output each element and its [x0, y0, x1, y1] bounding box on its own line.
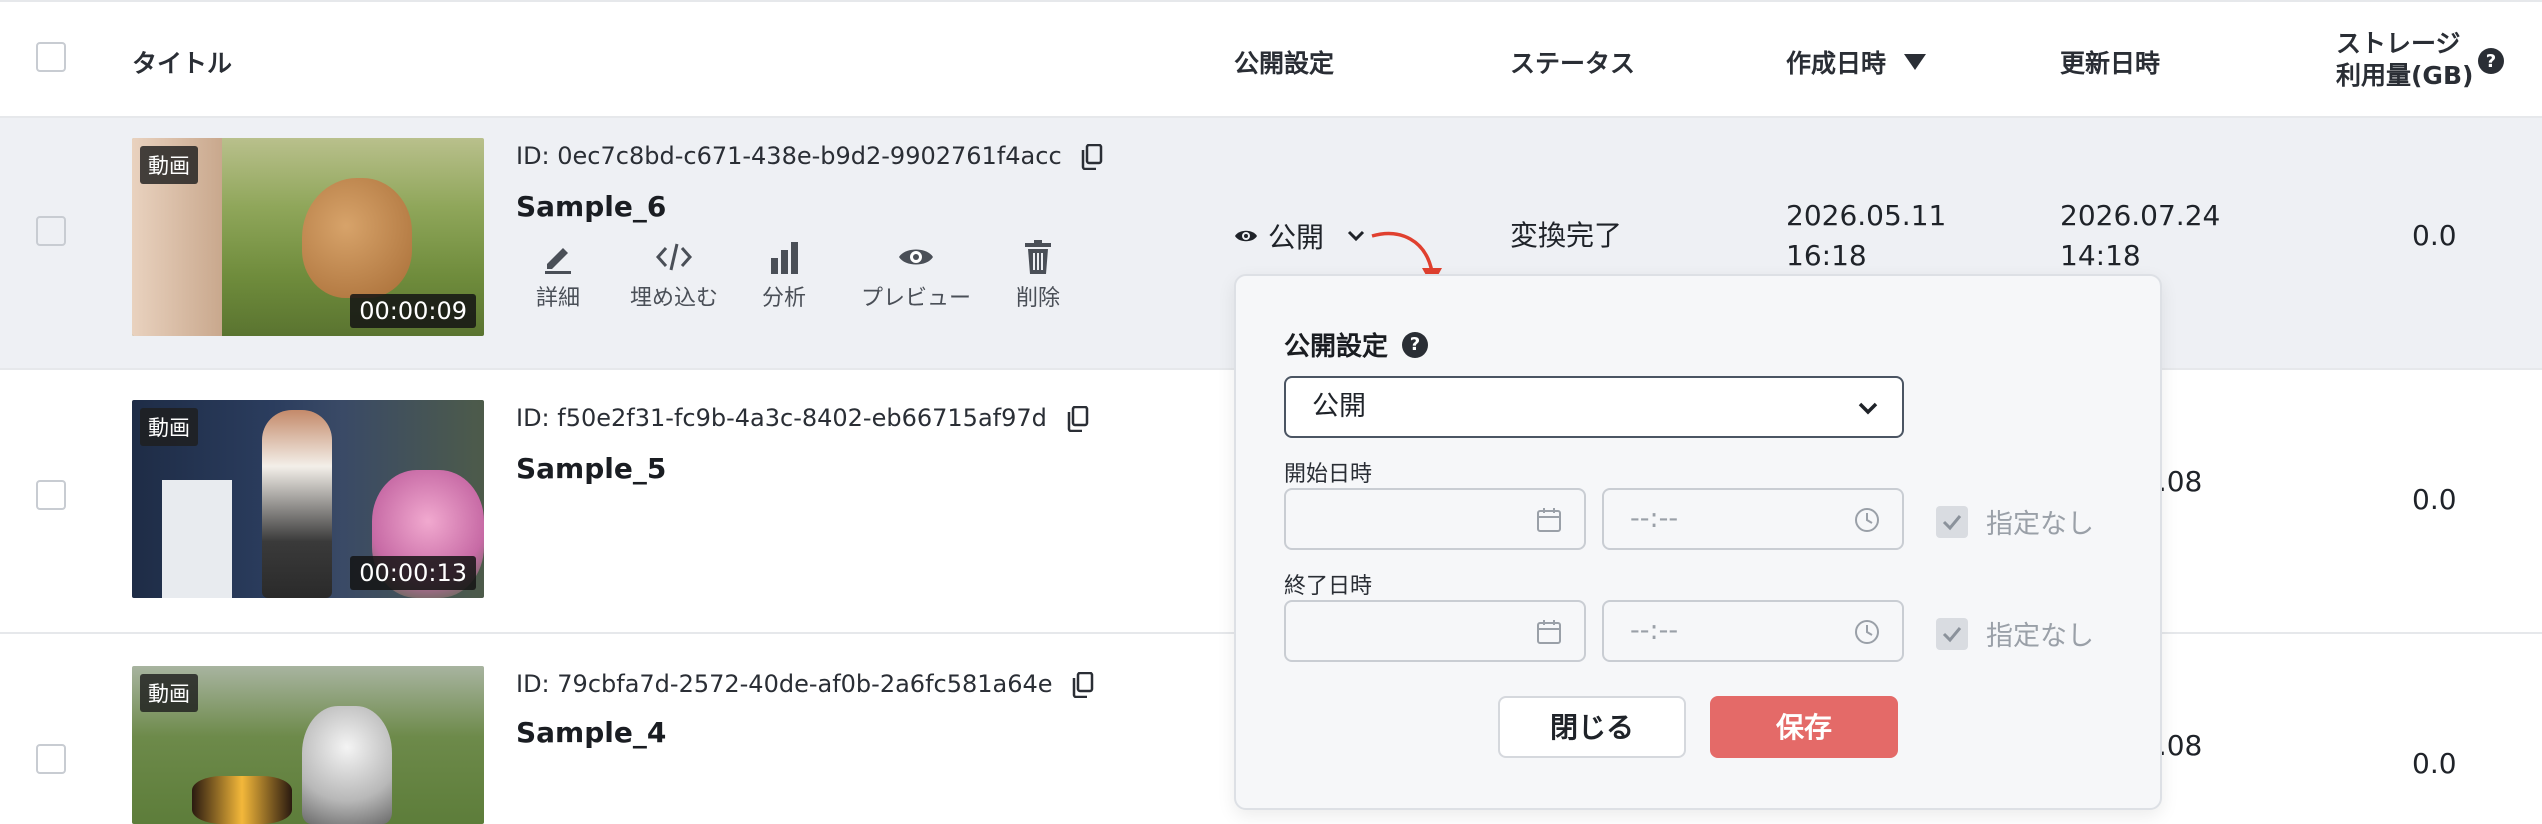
start-time-placeholder: --:-- [1630, 503, 1679, 534]
row-checkbox[interactable] [36, 744, 66, 774]
duration-badge: 00:00:13 [350, 556, 476, 590]
copy-icon[interactable] [1072, 672, 1094, 698]
visibility-dropdown[interactable]: 公開 [1234, 216, 1366, 256]
visibility-value: 公開 [1268, 221, 1325, 254]
storage-value: 0.0 [2412, 747, 2457, 780]
end-datetime-label: 終了日時 [1284, 574, 1373, 599]
row-checkbox[interactable] [36, 216, 66, 246]
select-all-checkbox[interactable] [36, 42, 66, 72]
preview-label: プレビュー [860, 286, 971, 311]
clock-icon [1855, 620, 1879, 644]
visibility-popover: 公開設定 ? 公開 開始日時 --:-- 指定なし 終了日時 --:-- 指定な… [1234, 274, 2162, 810]
header-storage[interactable]: ストレージ 利用量(GB) [2336, 28, 2473, 92]
trash-icon [1025, 240, 1051, 274]
video-title[interactable]: Sample_6 [516, 190, 666, 223]
header-visibility[interactable]: 公開設定 [1234, 44, 1334, 80]
media-type-badge: 動画 [140, 146, 198, 184]
storage-help-icon[interactable]: ? [2478, 48, 2504, 74]
duration-badge: 00:00:09 [350, 294, 476, 328]
start-time-input[interactable]: --:-- [1602, 488, 1904, 550]
visibility-select-value: 公開 [1312, 391, 1366, 422]
created-datetime: 2026.05.11 16:18 [1786, 196, 1946, 276]
embed-button[interactable]: 埋め込む [626, 240, 722, 312]
calendar-icon [1537, 508, 1561, 532]
edit-label: 詳細 [535, 286, 580, 311]
header-created-label: 作成日時 [1786, 49, 1887, 78]
thumbnail-small-dog [192, 776, 292, 824]
save-button[interactable]: 保存 [1710, 696, 1898, 758]
help-icon[interactable]: ? [1402, 331, 1429, 358]
sort-desc-icon[interactable] [1904, 54, 1927, 70]
calendar-icon [1537, 620, 1561, 644]
video-thumbnail[interactable]: 動画 [132, 666, 484, 824]
thumbnail-railing [162, 480, 232, 598]
copy-icon[interactable] [1081, 144, 1103, 170]
video-id-text: ID: 0ec7c8bd-c671-438e-b9d2-9902761f4acc [516, 142, 1062, 170]
popover-title: 公開設定 ? [1284, 326, 1429, 363]
delete-button[interactable]: 削除 [1010, 240, 1066, 312]
header-created[interactable]: 作成日時 [1786, 44, 1927, 80]
video-id-text: ID: f50e2f31-fc9b-4a3c-8402-eb66715af97d [516, 404, 1047, 432]
storage-value: 0.0 [2412, 483, 2457, 516]
thumbnail-dog [302, 178, 412, 298]
analytics-label: 分析 [761, 286, 806, 311]
header-updated[interactable]: 更新日時 [2060, 44, 2160, 80]
updated-date: 2026.07.24 [2060, 199, 2221, 232]
updated-datetime: 2026.07.24 14:18 [2060, 196, 2220, 276]
end-time-placeholder: --:-- [1630, 615, 1679, 646]
eye-icon [899, 249, 933, 265]
storage-value: 0.0 [2412, 219, 2457, 252]
header-status[interactable]: ステータス [1510, 44, 1635, 80]
copy-icon[interactable] [1067, 406, 1089, 432]
checkmark-icon [1942, 514, 1962, 530]
header-storage-line2: 利用量(GB) [2336, 61, 2474, 90]
code-icon [655, 243, 693, 271]
pencil-icon [545, 248, 571, 274]
media-type-badge: 動画 [140, 674, 198, 712]
end-date-input[interactable] [1284, 600, 1586, 662]
video-id: ID: 0ec7c8bd-c671-438e-b9d2-9902761f4acc [516, 142, 1103, 170]
video-id-text: ID: 79cbfa7d-2572-40de-af0b-2a6fc581a64e [516, 670, 1053, 698]
clock-icon [1855, 508, 1879, 532]
popover-title-text: 公開設定 [1284, 332, 1389, 362]
eye-icon [1235, 230, 1257, 242]
chevron-down-icon [1858, 402, 1878, 415]
visibility-select[interactable]: 公開 [1284, 376, 1904, 438]
updated-time: 14:18 [2060, 239, 2141, 272]
start-unspecified-label: 指定なし [1986, 509, 2094, 540]
status-text: 変換完了 [1510, 219, 1623, 252]
start-unspecified[interactable]: 指定なし [1936, 502, 2094, 541]
video-id: ID: 79cbfa7d-2572-40de-af0b-2a6fc581a64e [516, 670, 1094, 698]
video-title[interactable]: Sample_4 [516, 716, 666, 749]
end-unspecified[interactable]: 指定なし [1936, 614, 2094, 653]
start-datetime-label: 開始日時 [1284, 462, 1373, 487]
edit-button[interactable]: 詳細 [530, 240, 586, 312]
embed-label: 埋め込む [629, 286, 718, 311]
start-date-input[interactable] [1284, 488, 1586, 550]
preview-button[interactable]: プレビュー [858, 240, 974, 312]
row-checkbox[interactable] [36, 480, 66, 510]
analytics-button[interactable]: 分析 [756, 240, 812, 312]
video-thumbnail[interactable]: 動画 00:00:13 [132, 400, 484, 598]
end-time-input[interactable]: --:-- [1602, 600, 1904, 662]
video-title[interactable]: Sample_5 [516, 452, 666, 485]
created-date: 2026.05.11 [1786, 199, 1947, 232]
close-button[interactable]: 閉じる [1498, 696, 1686, 758]
bar-chart-icon [771, 242, 798, 274]
created-time: 16:18 [1786, 239, 1867, 272]
video-thumbnail[interactable]: 動画 00:00:09 [132, 138, 484, 336]
header-title[interactable]: タイトル [132, 44, 232, 80]
media-type-badge: 動画 [140, 408, 198, 446]
start-unspecified-checkbox[interactable] [1936, 505, 1968, 538]
thumbnail-husky [302, 706, 392, 824]
table-header: タイトル 公開設定 ステータス 作成日時 更新日時 ストレージ 利用量(GB) … [0, 0, 2542, 118]
thumbnail-person [262, 410, 332, 598]
video-id: ID: f50e2f31-fc9b-4a3c-8402-eb66715af97d [516, 404, 1089, 432]
checkmark-icon [1942, 626, 1962, 642]
header-storage-line1: ストレージ [2336, 29, 2461, 58]
delete-label: 削除 [1015, 286, 1060, 311]
end-unspecified-label: 指定なし [1986, 621, 2094, 652]
end-unspecified-checkbox[interactable] [1936, 617, 1968, 650]
